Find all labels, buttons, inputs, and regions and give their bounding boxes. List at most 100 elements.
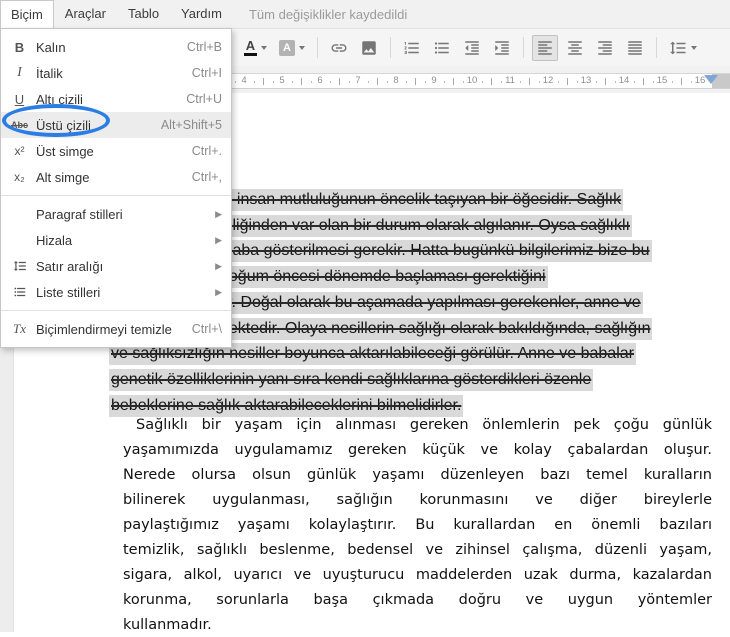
menu-item-label: Üstü çizili	[36, 118, 161, 133]
list-styles-icon	[7, 285, 32, 299]
ruler-number: 8	[393, 75, 398, 86]
line-spacing-icon	[7, 259, 32, 273]
paragraph-text-line[interactable]: Nerede olursa olsun günlük yaşamı düzenl…	[123, 465, 712, 487]
selected-text-line[interactable]: bebeklerine sağlık aktarabileceklerini b…	[109, 395, 463, 417]
ruler-tick	[520, 81, 521, 83]
insert-link-button[interactable]	[326, 35, 352, 61]
menu-item-shortcut: Ctrl+I	[192, 66, 222, 80]
format-menu-item-biçimlendirmeyi-temizle[interactable]: TxBiçimlendirmeyi temizleCtrl+\	[1, 316, 231, 342]
menu-item-label: Satır aralığı	[36, 259, 215, 274]
align-justify-button[interactable]	[622, 35, 648, 61]
format-menu-item-i̇talik[interactable]: IİtalikCtrl+I	[1, 60, 231, 86]
selected-text-line[interactable]: çaba gösterilmesi gerekir. Hatta bugünkü…	[218, 240, 652, 262]
increase-indent-icon	[493, 39, 511, 57]
paragraph-text-line[interactable]: korunma, sorunlarla başa çıkmada doğru v…	[123, 590, 712, 612]
numbered-list-button[interactable]	[399, 35, 425, 61]
ruler-tick	[605, 78, 606, 85]
align-center-icon	[566, 39, 584, 57]
paragraph-text-line[interactable]: yaşamımızda uygulamamız gereken küçük ve…	[123, 440, 712, 462]
menu-item-label: Altı çizili	[36, 92, 186, 107]
format-menu-item-alt-simge[interactable]: x₂Alt simgeCtrl+,	[1, 164, 231, 190]
align-center-button[interactable]	[562, 35, 588, 61]
chevron-down-icon	[691, 46, 697, 50]
ruler-number: 14	[619, 75, 630, 86]
highlight-color-button[interactable]: A	[275, 35, 309, 61]
clear-formatting-icon: Tx	[7, 321, 32, 337]
ruler-tick	[672, 81, 673, 83]
ruler-number: 12	[543, 75, 554, 86]
ruler-tick	[273, 81, 274, 83]
italic-icon: I	[7, 65, 32, 81]
align-right-icon	[596, 39, 614, 57]
ruler-tick	[339, 78, 340, 85]
strikethrough-selected-text: nektedir. Olaya nesillerin sağlığı olara…	[218, 318, 652, 340]
insert-image-button[interactable]	[356, 35, 382, 61]
ruler-tick	[691, 81, 692, 83]
ruler-tick	[292, 81, 293, 83]
ruler-tick	[387, 81, 388, 83]
selected-text-line[interactable]: k, insan mutluluğunun öncelik taşıyan bi…	[218, 189, 623, 211]
menu-item-shortcut: Ctrl+U	[186, 92, 222, 106]
increase-indent-button[interactable]	[489, 35, 515, 61]
paragraph-text-line[interactable]: sigara, alkol, uyarıcı ve uyuşturucu mad…	[123, 565, 712, 587]
ruler-tick	[615, 81, 616, 83]
selected-text-line[interactable]: nektedir. Olaya nesillerin sağlığı olara…	[218, 318, 652, 340]
selected-text-line[interactable]: genetik özelliklerinin yanı sıra kendi s…	[109, 369, 593, 391]
submenu-arrow-icon: ▶	[215, 209, 222, 220]
save-status-text: Tüm değişiklikler kaydedildi	[249, 7, 407, 22]
menu-divider	[1, 195, 231, 196]
paragraph-text-line[interactable]: temizlik, sağlıklı beslenme, bedensel ve…	[123, 540, 712, 562]
line-spacing-icon	[669, 39, 687, 57]
format-menu-item-kalın[interactable]: BKalınCtrl+B	[1, 34, 231, 60]
text-color-button[interactable]: A	[240, 35, 271, 61]
menu-item-shortcut: Ctrl+.	[192, 144, 222, 158]
ruler-tick	[235, 81, 236, 83]
menubar-item-tablo[interactable]: Tablo	[117, 0, 170, 28]
menu-item-label: Biçimlendirmeyi temizle	[36, 322, 192, 337]
underline-icon: U	[7, 92, 32, 107]
menubar-item-yardım[interactable]: Yardım	[170, 0, 233, 28]
subscript-icon: x₂	[7, 170, 32, 184]
ruler-number: 9	[431, 75, 436, 86]
line-spacing-button[interactable]	[665, 35, 701, 61]
ruler-tick	[653, 81, 654, 83]
ruler-tick	[415, 78, 416, 85]
align-left-button[interactable]	[532, 35, 558, 61]
format-menu-item-hizala[interactable]: Hizala▶	[1, 227, 231, 253]
ruler-tick	[330, 81, 331, 83]
toolbar-divider	[390, 37, 391, 58]
align-right-button[interactable]	[592, 35, 618, 61]
selected-text-line[interactable]: lir. Doğal olarak bu aşamada yapılması g…	[218, 292, 643, 314]
selected-text-line[interactable]: doğum öncesi dönemde başlaması gerektiği…	[218, 266, 548, 288]
ruler-tick	[539, 81, 540, 83]
menubar-item-araçlar[interactable]: Araçlar	[54, 0, 117, 28]
ruler-tick	[263, 78, 264, 85]
menubar: BiçimAraçlarTabloYardım Tüm değişiklikle…	[0, 0, 730, 28]
paragraph-text-line[interactable]: bilinerek uygulanması, sağlığın korunmas…	[123, 490, 712, 512]
right-indent-marker-icon[interactable]	[704, 75, 718, 84]
format-menu-item-üstü-çizili[interactable]: AbcÜstü çiziliAlt+Shift+5	[1, 112, 231, 138]
format-menu-item-altı-çizili[interactable]: U Altı çiziliCtrl+U	[1, 86, 231, 112]
ruler-tick	[501, 81, 502, 83]
paragraph-text-line[interactable]: kullanmadır.	[123, 615, 712, 637]
align-left-icon	[536, 39, 554, 57]
bulleted-list-button[interactable]	[429, 35, 455, 61]
insert-image-icon	[360, 39, 378, 57]
format-menu-item-üst-simge[interactable]: x²Üst simgeCtrl+.	[1, 138, 231, 164]
selected-text-line[interactable]: diliğinden var olan bir durum olarak alg…	[218, 215, 632, 237]
ruler-tick	[349, 81, 350, 83]
ruler-number: 4	[241, 75, 246, 86]
menu-divider	[1, 310, 231, 311]
menubar-item-biçim[interactable]: Biçim	[0, 0, 54, 28]
format-menu-item-satır-aralığı[interactable]: Satır aralığı▶	[1, 253, 231, 279]
paragraph-text-line[interactable]: paylaştığımız yaşamı kolaylaştırır. Bu k…	[123, 515, 712, 537]
strikethrough-selected-text: bebeklerine sağlık aktarabileceklerini b…	[109, 395, 463, 417]
decrease-indent-button[interactable]	[459, 35, 485, 61]
ruler-tick	[577, 81, 578, 83]
text-color-icon: A	[244, 39, 257, 56]
format-menu-item-paragraf-stilleri[interactable]: Paragraf stilleri▶	[1, 201, 231, 227]
format-menu-item-liste-stilleri[interactable]: Liste stilleri▶	[1, 279, 231, 305]
ruler-tick	[254, 81, 255, 83]
ruler-tick	[406, 81, 407, 83]
paragraph-text-line[interactable]: Sağlıklı bir yaşam için alınması gereken…	[123, 415, 712, 437]
